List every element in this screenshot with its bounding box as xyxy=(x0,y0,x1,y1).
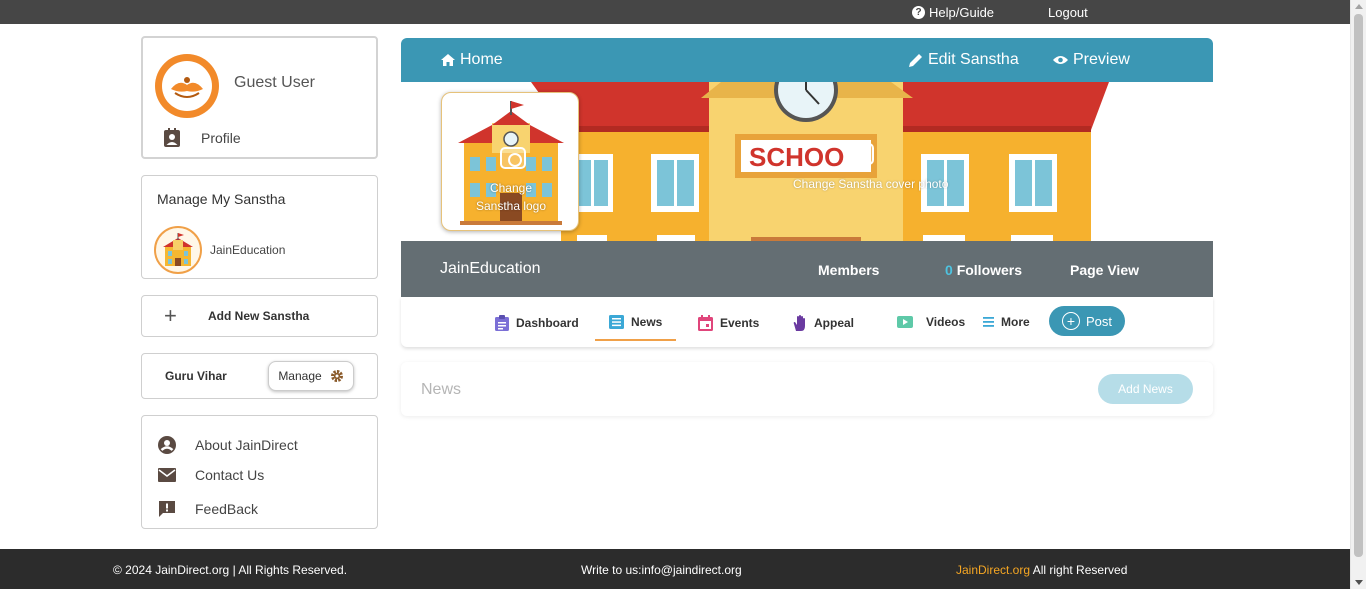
manage-button[interactable]: Manage xyxy=(268,361,354,391)
about-jaindirect-link[interactable]: About JainDirect xyxy=(157,435,298,455)
change-cover-camera-icon[interactable] xyxy=(848,143,874,165)
footer-rights-text: All right Reserved xyxy=(1030,563,1128,577)
change-logo-line2: Sanstha logo xyxy=(475,199,547,213)
preview-link[interactable]: Preview xyxy=(1053,51,1130,69)
add-new-sanstha-label: Add New Sanstha xyxy=(208,309,310,323)
edit-sanstha-label: Edit Sanstha xyxy=(928,51,1019,68)
menu-icon xyxy=(983,317,994,327)
top-bar: ? Help/Guide Logout xyxy=(0,0,1350,24)
manage-sanstha-card: Manage My Sanstha JainEducation xyxy=(141,175,378,279)
page-view-link[interactable]: Page View xyxy=(1070,262,1139,278)
feedback-link[interactable]: FeedBack xyxy=(157,499,258,519)
add-new-sanstha-button[interactable]: + Add New Sanstha xyxy=(141,295,378,337)
feedback-label: FeedBack xyxy=(195,501,259,517)
news-title: News xyxy=(421,381,462,398)
footer: © 2024 JainDirect.org | All Rights Reser… xyxy=(0,549,1350,589)
tab-dashboard[interactable]: Dashboard xyxy=(495,315,579,331)
feedback-icon xyxy=(159,501,175,517)
home-link[interactable]: Home xyxy=(441,51,503,69)
sanstha-name: JainEducation xyxy=(210,243,286,257)
calendar-icon xyxy=(698,315,713,331)
mail-icon xyxy=(158,468,176,482)
contact-card-icon xyxy=(164,128,180,147)
contact-us-link[interactable]: Contact Us xyxy=(157,467,264,483)
plus-icon: + xyxy=(164,303,177,328)
sanstha-logo[interactable]: Change Sanstha logo xyxy=(441,92,579,231)
preview-label: Preview xyxy=(1073,51,1130,68)
tab-events[interactable]: Events xyxy=(698,315,759,331)
home-label: Home xyxy=(460,51,503,68)
hands-logo-icon xyxy=(171,77,203,98)
clipboard-icon xyxy=(495,315,509,331)
about-card: About JainDirect Contact Us FeedBack xyxy=(141,415,378,529)
tab-appeal[interactable]: Appeal xyxy=(793,315,854,331)
school-building-icon xyxy=(163,233,193,266)
sanstha-title: JainEducation xyxy=(440,260,541,277)
news-section: News Add News xyxy=(401,362,1213,416)
about-label: About JainDirect xyxy=(195,437,298,453)
followers-link[interactable]: 0 Followers xyxy=(945,262,1022,278)
gear-icon xyxy=(330,370,343,382)
eye-icon xyxy=(1053,56,1068,64)
change-logo-line1: Change xyxy=(489,181,533,195)
tab-news-label: News xyxy=(631,315,663,329)
sanstha-item[interactable]: JainEducation xyxy=(154,226,285,274)
guru-vihar-label: Guru Vihar xyxy=(165,369,227,383)
tab-more-label: More xyxy=(1001,315,1030,329)
news-list-icon xyxy=(609,315,624,329)
sanstha-avatar xyxy=(154,226,202,274)
profile-link[interactable]: Profile xyxy=(163,128,241,148)
post-button[interactable]: + Post xyxy=(1049,306,1125,336)
pencil-icon xyxy=(909,54,922,67)
tab-appeal-label: Appeal xyxy=(814,316,855,330)
sanstha-header-bar: Home Edit Sanstha Preview xyxy=(401,38,1213,82)
tab-dashboard-label: Dashboard xyxy=(516,316,579,330)
footer-rights: JainDirect.org All right Reserved xyxy=(956,563,1127,577)
tab-news[interactable]: News xyxy=(594,315,677,341)
avatar xyxy=(155,54,219,118)
profile-card: Guest User Profile xyxy=(141,36,378,159)
tab-more[interactable]: More xyxy=(983,315,1030,329)
user-name: Guest User xyxy=(234,74,315,91)
edit-sanstha-link[interactable]: Edit Sanstha xyxy=(909,51,1019,69)
footer-brand-link[interactable]: JainDirect.org xyxy=(956,563,1030,577)
add-circle-icon: + xyxy=(1061,312,1080,330)
change-logo-camera-icon xyxy=(500,147,526,169)
post-label: Post xyxy=(1085,313,1112,329)
account-circle-icon xyxy=(158,436,176,454)
scroll-down-arrow-icon[interactable] xyxy=(1355,580,1363,585)
page-scrollbar[interactable] xyxy=(1350,0,1366,589)
add-news-button[interactable]: Add News xyxy=(1098,374,1193,404)
guru-vihar-card: Guru Vihar Manage xyxy=(141,353,378,399)
school-sign-text: SCHOO xyxy=(749,142,844,172)
tab-videos-label: Videos xyxy=(926,315,966,329)
raised-hand-icon xyxy=(793,315,805,331)
followers-count: 0 xyxy=(945,262,953,278)
scroll-thumb[interactable] xyxy=(1354,14,1363,557)
sanstha-tabs: Dashboard News Events Appeal Videos More… xyxy=(401,297,1213,347)
home-icon xyxy=(441,54,455,66)
manage-label: Manage xyxy=(278,369,322,383)
footer-copyright: © 2024 JainDirect.org | All Rights Reser… xyxy=(113,563,348,577)
change-cover-photo-label[interactable]: Change Sanstha cover photo xyxy=(793,177,948,191)
tab-videos[interactable]: Videos xyxy=(897,315,965,329)
tab-events-label: Events xyxy=(720,316,760,330)
change-logo-label: Change Sanstha logo xyxy=(442,179,578,215)
logout-link[interactable]: Logout xyxy=(1048,5,1088,20)
help-guide-label: Help/Guide xyxy=(929,5,995,20)
contact-label: Contact Us xyxy=(195,467,265,483)
profile-label: Profile xyxy=(201,130,241,146)
manage-sanstha-title: Manage My Sanstha xyxy=(157,191,286,207)
help-guide-link[interactable]: ? Help/Guide xyxy=(912,5,994,20)
scroll-up-arrow-icon[interactable] xyxy=(1355,4,1363,9)
video-icon xyxy=(897,316,913,328)
members-link[interactable]: Members xyxy=(818,262,879,278)
sanstha-stats-bar: JainEducation Members 0 Followers Page V… xyxy=(401,241,1213,297)
followers-label: Followers xyxy=(956,262,1023,278)
help-icon: ? xyxy=(912,6,925,19)
footer-contact-email[interactable]: Write to us:info@jaindirect.org xyxy=(581,563,742,577)
